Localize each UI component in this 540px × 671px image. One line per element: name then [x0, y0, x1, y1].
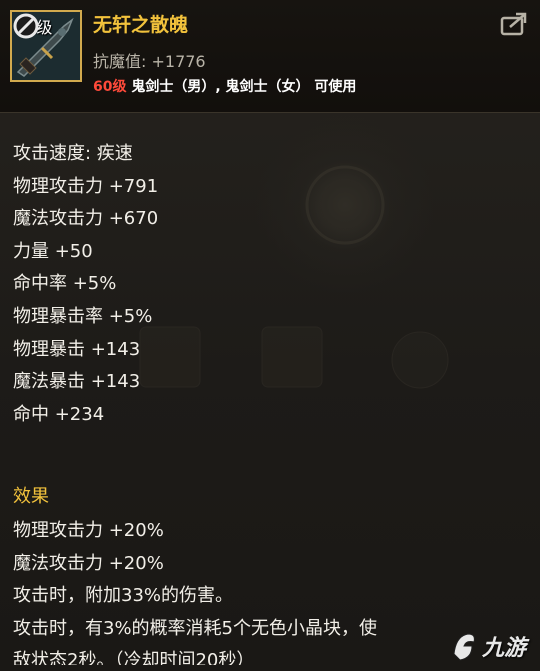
- item-header: 60级 无轩之散魄 抗魔值: +1776 60级 鬼剑士（男）, 鬼剑士（女） …: [0, 0, 540, 113]
- item-name: 无轩之散魄: [93, 14, 189, 36]
- stat-hit: 命中 +234: [13, 403, 105, 425]
- stats-list: 攻击速度: 疾速 物理攻击力 +791 魔法攻击力 +670 力量 +50 命中…: [13, 138, 523, 431]
- watermark-text: 九游: [482, 636, 527, 661]
- stat-strength: 力量 +50: [13, 240, 93, 262]
- effect-line: 攻击时，附加33%的伤害。: [13, 585, 234, 607]
- item-icon[interactable]: 60级: [10, 10, 82, 82]
- usable-classes: 60级 鬼剑士（男）, 鬼剑士（女） 可使用: [93, 76, 356, 96]
- effects-title: 效果: [13, 486, 49, 507]
- required-level: 60级: [93, 79, 127, 95]
- share-icon[interactable]: [500, 12, 528, 36]
- stat-attack-speed: 攻击速度: 疾速: [13, 143, 133, 164]
- effect-line: 物理攻击力 +20%: [13, 520, 164, 541]
- stat-magic-crit: 魔法暴击 +143: [13, 371, 141, 393]
- class-list: 鬼剑士（男）, 鬼剑士（女） 可使用: [126, 79, 357, 95]
- item-tooltip-panel: 60级 无轩之散魄 抗魔值: +1776 60级 鬼剑士（男）, 鬼剑士（女） …: [0, 0, 540, 671]
- stat-physical-attack: 物理攻击力 +791: [13, 175, 159, 197]
- no-entry-icon: [13, 13, 39, 39]
- stat-hit-rate: 命中率 +5%: [13, 273, 117, 295]
- stat-physical-crit: 物理暴击 +143: [13, 338, 141, 360]
- effect-line: 魔法攻击力 +20%: [13, 552, 164, 574]
- anti-magic-value: 抗魔值: +1776: [93, 52, 206, 71]
- stat-magic-attack: 魔法攻击力 +670: [13, 208, 159, 230]
- stat-physical-crit-rate: 物理暴击率 +5%: [13, 305, 153, 327]
